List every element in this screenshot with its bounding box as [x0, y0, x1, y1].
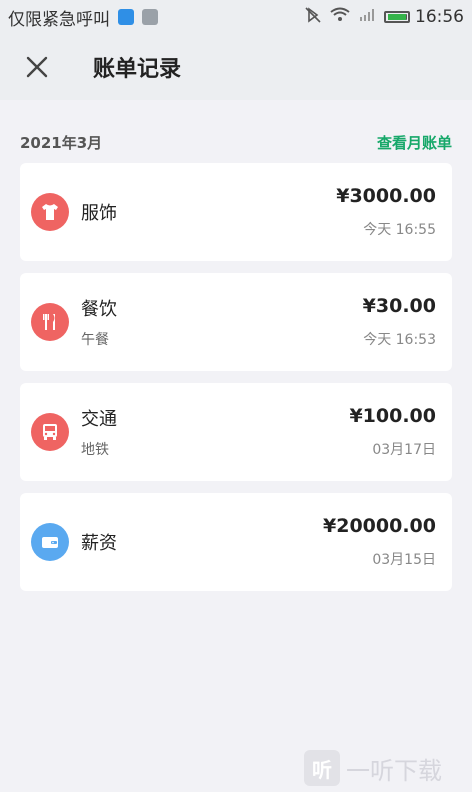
transaction-time: 今天 16:53	[363, 332, 436, 348]
watermark: 听 一听下载	[304, 748, 464, 788]
carrier-text: 仅限紧急呼叫	[8, 9, 110, 30]
signal-icon	[358, 7, 376, 27]
transaction-amount: ¥100.00	[349, 405, 436, 427]
battery-icon	[384, 11, 410, 23]
page-title: 账单记录	[93, 57, 182, 82]
monthly-bill-link[interactable]: 查看月账单	[377, 132, 452, 153]
status-right: 16:56	[304, 6, 464, 29]
transaction-card[interactable]: 薪资 ¥20000.00 03月15日	[20, 493, 452, 591]
mute-icon	[304, 6, 322, 29]
transaction-category: 服饰	[81, 203, 117, 224]
month-row: 2021年3月 查看月账单	[20, 128, 452, 156]
image-icon	[142, 9, 158, 25]
transaction-list: 服饰 ¥3000.00 今天 16:55 餐饮 午餐 ¥30.00 今天 16:…	[20, 163, 452, 603]
transaction-card[interactable]: 交通 地铁 ¥100.00 03月17日	[20, 383, 452, 481]
transaction-time: 03月15日	[372, 552, 436, 568]
transaction-subtitle: 午餐	[81, 332, 109, 348]
status-time: 16:56	[415, 7, 464, 27]
transaction-card[interactable]: 餐饮 午餐 ¥30.00 今天 16:53	[20, 273, 452, 371]
transaction-time: 今天 16:55	[363, 222, 436, 238]
status-left: 仅限紧急呼叫	[8, 5, 158, 30]
transaction-amount: ¥3000.00	[336, 185, 436, 207]
status-bar: 仅限紧急呼叫 16:56	[0, 0, 472, 34]
close-icon	[26, 56, 48, 78]
transaction-amount: ¥20000.00	[323, 515, 436, 537]
bus-icon	[31, 413, 69, 451]
transaction-card[interactable]: 服饰 ¥3000.00 今天 16:55	[20, 163, 452, 261]
wifi-icon	[330, 7, 350, 28]
fork-knife-icon	[31, 303, 69, 341]
wallet-icon	[31, 523, 69, 561]
app-header: 账单记录	[0, 34, 472, 100]
transaction-category: 交通	[81, 409, 117, 430]
watermark-text: 一听下载	[346, 756, 442, 785]
notification-icon	[118, 9, 134, 25]
shirt-icon	[31, 193, 69, 231]
month-label: 2021年3月	[20, 133, 103, 152]
close-button[interactable]	[17, 47, 57, 87]
watermark-logo-icon: 听	[304, 750, 340, 786]
transaction-amount: ¥30.00	[362, 295, 436, 317]
transaction-category: 薪资	[81, 533, 117, 554]
transaction-subtitle: 地铁	[81, 442, 109, 458]
transaction-category: 餐饮	[81, 299, 117, 320]
transaction-time: 03月17日	[372, 442, 436, 458]
